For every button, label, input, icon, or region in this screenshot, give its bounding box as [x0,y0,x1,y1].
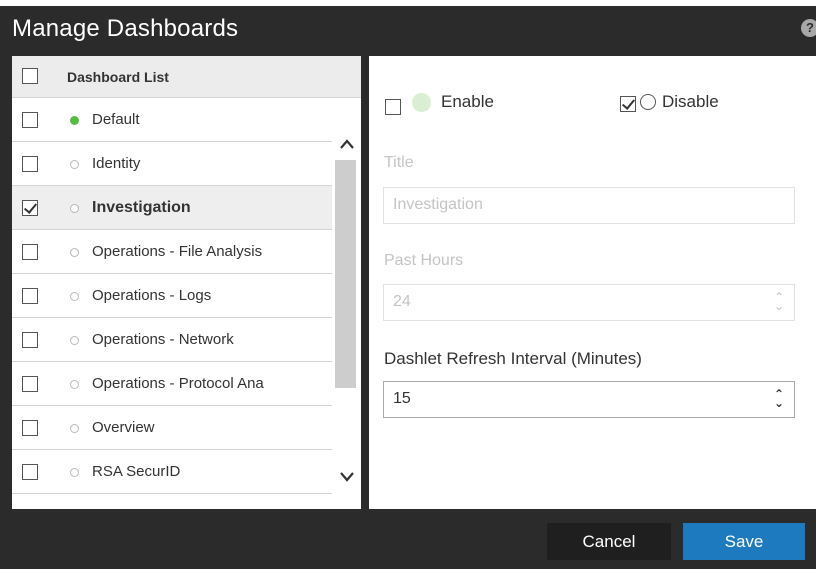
disabled-dot-icon [70,292,79,301]
save-button[interactable]: Save [683,523,805,560]
dialog-footer: Cancel Save [0,509,816,569]
dashboard-item-checkbox[interactable] [22,288,38,304]
disable-status-icon [640,94,656,110]
disabled-dot-icon [70,424,79,433]
scroll-thumb[interactable] [335,160,356,388]
title-field[interactable]: Investigation [383,187,795,224]
disable-label: Disable [662,92,719,111]
refresh-interval-stepper-icon[interactable]: ⌃ ⌄ [774,388,784,409]
dashboard-item-checkbox[interactable] [22,156,38,172]
disabled-dot-icon [70,248,79,257]
dashboard-list-item[interactable]: Operations - Protocol Ana [12,362,332,406]
dashboard-list-item[interactable]: Default [12,98,332,142]
dashboard-list-item[interactable]: Overview [12,406,332,450]
select-all-checkbox[interactable] [22,68,38,84]
dialog-titlebar: Manage Dashboards ? [0,6,816,51]
dashboard-list-item[interactable]: Operations - Logs [12,274,332,318]
dashboard-list-header: Dashboard List [12,56,361,98]
disabled-dot-icon [70,336,79,345]
dashboard-item-checkbox[interactable] [22,112,38,128]
dashboard-item-label: Overview [92,419,155,436]
dashboard-item-label: Default [92,111,140,128]
dashboard-list-item[interactable]: Operations - Network [12,318,332,362]
refresh-interval-value: 15 [393,390,411,407]
enable-status-icon [412,93,431,112]
disabled-dot-icon [70,160,79,169]
dashboard-item-label: Operations - Network [92,331,234,348]
past-hours-value: 24 [393,293,411,310]
dashboard-list-item[interactable]: RSA SecurID [12,450,332,494]
scroll-down-icon[interactable] [339,468,355,484]
refresh-interval-field[interactable]: 15 ⌃ ⌄ [383,381,795,418]
dashboard-item-checkbox[interactable] [22,200,38,216]
title-field-value: Investigation [393,196,483,213]
enable-label: Enable [441,92,494,111]
dashboard-item-checkbox[interactable] [22,244,38,260]
dashboard-item-label: Operations - Logs [92,287,212,304]
dashboard-list-item[interactable]: Operations - File Analysis [12,230,332,274]
dashboard-detail-panel: Enable Disable Title Investigation Past … [369,56,816,509]
dashboard-item-label: Identity [92,155,141,172]
dialog-title: Manage Dashboards [12,15,239,42]
title-label: Title [384,154,414,171]
help-icon[interactable]: ? [801,19,816,37]
disabled-dot-icon [70,468,79,477]
dashboard-list-panel: Dashboard List Default Identity Investigat… [12,56,361,509]
disabled-dot-icon [70,380,79,389]
dashboard-list-item[interactable]: Investigation [12,186,332,230]
cancel-button[interactable]: Cancel [547,523,671,560]
dashboard-item-checkbox[interactable] [22,376,38,392]
past-hours-field[interactable]: 24 ⌃ ⌄ [383,284,795,321]
enable-checkbox[interactable] [385,99,401,115]
dashboard-item-checkbox[interactable] [22,420,38,436]
dashboard-item-label: Investigation [92,199,191,216]
dashboard-item-checkbox[interactable] [22,332,38,348]
dashboard-list: Default Identity Investigation Operations -… [12,98,332,494]
dashboard-list-header-label: Dashboard List [67,69,169,85]
past-hours-label: Past Hours [384,252,464,269]
refresh-interval-label: Dashlet Refresh Interval (Minutes) [384,349,642,368]
disable-checkbox[interactable] [620,96,636,112]
list-scrollbar[interactable] [332,98,361,509]
disabled-dot-icon [70,204,79,213]
dashboard-item-label: Operations - Protocol Ana [92,375,264,392]
past-hours-stepper-icon[interactable]: ⌃ ⌄ [774,291,784,312]
enabled-dot-icon [70,116,79,125]
scroll-up-icon[interactable] [339,137,355,153]
dashboard-list-item[interactable]: Identity [12,142,332,186]
dashboard-item-label: Operations - File Analysis [92,243,263,260]
dashboard-item-checkbox[interactable] [22,464,38,480]
manage-dashboards-dialog: Manage Dashboards ? Dashboard List Defau… [0,6,816,569]
dashboard-item-label: RSA SecurID [92,463,181,480]
